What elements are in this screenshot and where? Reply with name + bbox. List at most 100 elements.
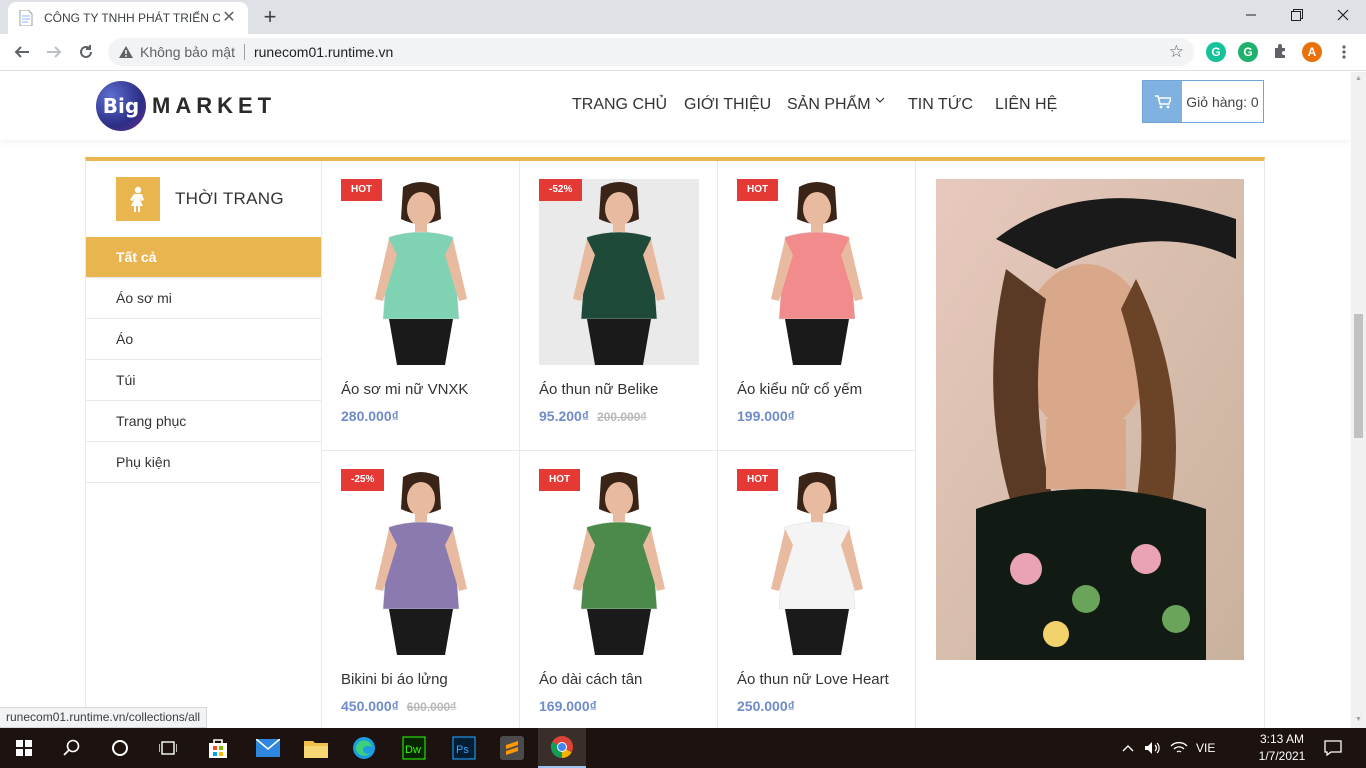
dreamweaver-icon[interactable]: Dw (390, 728, 438, 768)
product-price-row: 95.200₫ 200.000₫ (539, 408, 647, 424)
product-price-row: 169.000₫ (539, 698, 597, 714)
site-header: Big MARKET TRANG CHỦ GIỚI THIỆU SẢN PHẨM… (0, 72, 1351, 140)
clock-time: 3:13 AM (1259, 732, 1305, 746)
tray-chevron-icon[interactable] (1122, 728, 1134, 768)
product-badge: -52% (539, 179, 583, 201)
nav-about[interactable]: GIỚI THIỆU (684, 96, 771, 114)
product-name[interactable]: Bikini bi áo lửng (341, 671, 448, 688)
svg-text:Dw: Dw (405, 744, 421, 756)
product-image[interactable] (737, 469, 897, 655)
reload-icon[interactable] (72, 38, 100, 66)
back-icon[interactable] (8, 38, 36, 66)
product-price: 169.000₫ (539, 698, 597, 714)
cortana-icon[interactable] (96, 728, 144, 768)
security-label[interactable]: Không bảo mật (140, 44, 235, 60)
windows-taskbar: Dw Ps VIE 3:13 AM 1/7/2021 (0, 728, 1366, 768)
system-clock[interactable]: 3:13 AM 1/7/2021 (1252, 731, 1312, 765)
product-name[interactable]: Áo sơ mi nữ VNXK (341, 381, 468, 398)
sublime-text-icon[interactable] (488, 728, 536, 768)
product-name[interactable]: Áo thun nữ Love Heart (737, 671, 889, 688)
product-card[interactable]: HOT Áo sơ mi nữ VNXK 280.000₫ (322, 161, 520, 451)
logo-word: MARKET (152, 93, 277, 118)
search-icon[interactable] (48, 728, 96, 768)
grammarly-go-icon[interactable]: G (1238, 42, 1258, 62)
product-price: 450.000₫ (341, 698, 399, 714)
warning-icon[interactable] (118, 44, 134, 60)
scrollbar-thumb[interactable] (1354, 314, 1363, 438)
task-view-icon[interactable] (144, 728, 192, 768)
product-badge: -25% (341, 469, 385, 491)
category-item-all[interactable]: Tất cả (86, 237, 321, 278)
restore-icon[interactable] (1274, 0, 1320, 30)
svg-text:Ps: Ps (456, 744, 469, 756)
wifi-icon[interactable] (1170, 728, 1188, 768)
category-item-tops[interactable]: Áo (86, 319, 321, 360)
product-price: 250.000₫ (737, 698, 795, 714)
mail-icon[interactable] (244, 728, 292, 768)
windows-start-icon[interactable] (0, 728, 48, 768)
product-card[interactable]: -52% Áo thun nữ Belike 95.200₫ 200.000₫ (520, 161, 718, 451)
category-item-bags[interactable]: Túi (86, 360, 321, 401)
minimize-icon[interactable] (1228, 0, 1274, 30)
nav-contact[interactable]: LIÊN HỆ (995, 96, 1057, 114)
nav-products-label: SẢN PHẨM (787, 96, 871, 113)
language-indicator[interactable]: VIE (1196, 728, 1215, 768)
product-badge: HOT (737, 179, 779, 201)
product-price-row: 199.000₫ (737, 408, 795, 424)
menu-kebab-icon[interactable] (1334, 42, 1354, 62)
product-image[interactable] (341, 469, 501, 655)
page-scrollbar[interactable]: ▲ ▼ (1351, 72, 1366, 728)
product-old-price: 200.000₫ (597, 410, 647, 424)
promo-banner-image[interactable] (936, 179, 1244, 660)
file-explorer-icon[interactable] (292, 728, 340, 768)
chrome-icon[interactable] (538, 728, 586, 768)
nav-home[interactable]: TRANG CHỦ (572, 96, 667, 114)
profile-avatar[interactable]: A (1302, 42, 1322, 62)
edge-icon[interactable] (340, 728, 388, 768)
scroll-down-icon[interactable]: ▼ (1354, 716, 1363, 725)
nav-news[interactable]: TIN TỨC (908, 96, 973, 114)
tab-close-icon[interactable]: ✕ (220, 9, 238, 27)
bookmark-star-icon[interactable]: ☆ (1169, 42, 1184, 62)
volume-icon[interactable] (1144, 728, 1162, 768)
fashion-section: THỜI TRANG Tất cả Áo sơ mi Áo Túi Trang … (85, 157, 1265, 728)
category-item-shirts[interactable]: Áo sơ mi (86, 278, 321, 319)
browser-tab-strip: CÔNG TY TNHH PHÁT TRIỂN CÔ ✕ + (0, 0, 1366, 34)
site-logo[interactable]: Big MARKET (96, 81, 276, 131)
product-grid: HOT Áo sơ mi nữ VNXK 280.000₫ -52% Áo thun n… (322, 161, 916, 728)
cart-button[interactable]: Giỏ hàng: 0 (1142, 80, 1264, 123)
product-card[interactable]: -25% Bikini bi áo lửng 450.000₫ 600.000₫ (322, 451, 520, 728)
product-image[interactable] (539, 469, 699, 655)
new-tab-button[interactable]: + (258, 6, 282, 30)
grammarly-icon[interactable]: G (1206, 42, 1226, 62)
extensions-puzzle-icon[interactable] (1270, 42, 1290, 62)
product-image[interactable] (539, 179, 699, 365)
product-name[interactable]: Áo thun nữ Belike (539, 381, 658, 398)
notifications-icon[interactable] (1324, 728, 1342, 768)
close-window-icon[interactable] (1320, 0, 1366, 30)
divider (243, 44, 245, 60)
url-text[interactable]: runecom01.runtime.vn (254, 44, 393, 60)
photoshop-icon[interactable]: Ps (440, 728, 488, 768)
address-bar[interactable]: Không bảo mật runecom01.runtime.vn ☆ (108, 38, 1194, 66)
product-price: 199.000₫ (737, 408, 795, 424)
product-price: 95.200₫ (539, 408, 590, 424)
scroll-up-icon[interactable]: ▲ (1354, 75, 1363, 84)
store-icon[interactable] (194, 728, 242, 768)
category-title: THỜI TRANG (175, 189, 284, 208)
clock-date: 1/7/2021 (1258, 749, 1306, 763)
product-image[interactable] (341, 179, 501, 365)
product-name[interactable]: Áo dài cách tân (539, 671, 642, 688)
category-item-accessories[interactable]: Phụ kiện (86, 442, 321, 483)
product-card[interactable]: HOT Áo kiểu nữ cổ yếm 199.000₫ (718, 161, 916, 451)
product-image[interactable] (737, 179, 897, 365)
nav-products[interactable]: SẢN PHẨM (787, 96, 885, 114)
forward-icon[interactable] (40, 38, 68, 66)
category-item-outfits[interactable]: Trang phục (86, 401, 321, 442)
cart-icon (1143, 81, 1182, 122)
product-card[interactable]: HOT Áo thun nữ Love Heart 250.000₫ (718, 451, 916, 728)
product-price: 280.000₫ (341, 408, 399, 424)
browser-tab[interactable]: CÔNG TY TNHH PHÁT TRIỂN CÔ ✕ (8, 2, 248, 34)
product-name[interactable]: Áo kiểu nữ cổ yếm (737, 381, 862, 398)
product-card[interactable]: HOT Áo dài cách tân 169.000₫ (520, 451, 718, 728)
